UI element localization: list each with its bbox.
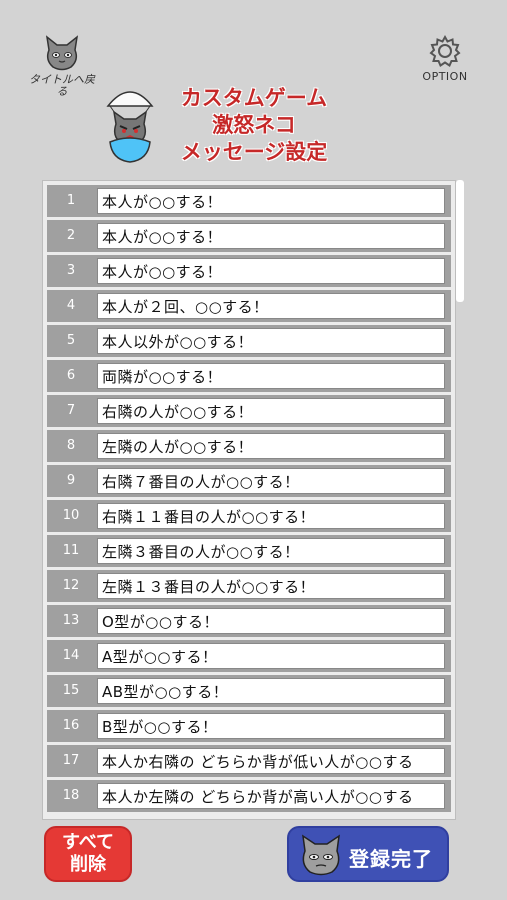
title-line-angry-cat: 激怒ネコ	[212, 112, 296, 137]
cat-icon	[45, 35, 79, 71]
message-list[interactable]: 1 2 3 4 5 6 7 8 9 10 11 12	[42, 180, 456, 820]
row-number: 15	[62, 683, 80, 698]
delete-all-button[interactable]: すべて 削除	[44, 826, 132, 882]
message-input[interactable]	[97, 608, 445, 634]
row-number: 10	[62, 508, 80, 523]
message-row: 13	[47, 605, 451, 637]
row-number: 18	[62, 788, 80, 803]
message-row: 2	[47, 220, 451, 252]
row-number: 9	[66, 473, 76, 488]
message-input[interactable]	[97, 713, 445, 739]
message-input[interactable]	[97, 468, 445, 494]
row-number: 12	[62, 578, 80, 593]
row-number: 6	[66, 368, 76, 383]
message-row: 3	[47, 255, 451, 287]
row-number: 11	[62, 543, 80, 558]
back-to-title-label: タイトルへ戻る	[29, 73, 95, 98]
back-to-title-button[interactable]: タイトルへ戻る	[26, 34, 98, 100]
message-input[interactable]	[97, 223, 445, 249]
message-row: 10	[47, 500, 451, 532]
message-input[interactable]	[97, 643, 445, 669]
option-label: OPTION	[422, 70, 468, 83]
register-complete-label: 登録完了	[349, 847, 433, 871]
message-row: 8	[47, 430, 451, 462]
gear-icon	[429, 34, 461, 67]
row-number: 8	[66, 438, 76, 453]
row-number: 4	[66, 298, 76, 313]
message-input[interactable]	[97, 538, 445, 564]
row-number: 14	[62, 648, 80, 663]
list-scrollbar[interactable]	[456, 180, 464, 302]
header: タイトルへ戻る OPTION カスタムゲーム 激怒ネコ メッセージ設定	[0, 0, 507, 180]
message-input[interactable]	[97, 678, 445, 704]
message-row: 18	[47, 780, 451, 812]
message-input[interactable]	[97, 363, 445, 389]
message-row: 9	[47, 465, 451, 497]
message-row: 14	[47, 640, 451, 672]
delete-all-label-line2: 削除	[70, 854, 106, 875]
angry-cat-mascot-icon	[106, 91, 154, 163]
row-number: 3	[66, 263, 76, 278]
message-row: 4	[47, 290, 451, 322]
row-number: 16	[62, 718, 80, 733]
message-input[interactable]	[97, 573, 445, 599]
title-line-message-settings: メッセージ設定	[180, 139, 328, 164]
message-row: 5	[47, 325, 451, 357]
message-input[interactable]	[97, 188, 445, 214]
message-row: 17	[47, 745, 451, 777]
message-input[interactable]	[97, 398, 445, 424]
row-number: 13	[62, 613, 80, 628]
message-input[interactable]	[97, 503, 445, 529]
message-input[interactable]	[97, 433, 445, 459]
message-input[interactable]	[97, 748, 445, 774]
message-row: 6	[47, 360, 451, 392]
message-row: 15	[47, 675, 451, 707]
message-input[interactable]	[97, 293, 445, 319]
screen-title: カスタムゲーム 激怒ネコ メッセージ設定	[160, 84, 348, 165]
register-complete-button[interactable]: 登録完了	[287, 826, 449, 882]
cat-face-icon	[302, 834, 340, 876]
row-number: 17	[62, 753, 80, 768]
row-number: 2	[66, 228, 76, 243]
delete-all-label-line1: すべて	[61, 832, 115, 853]
row-number: 1	[66, 193, 76, 208]
message-row: 12	[47, 570, 451, 602]
message-row: 1	[47, 185, 451, 217]
row-number: 5	[66, 333, 76, 348]
message-input[interactable]	[97, 783, 445, 809]
message-row: 11	[47, 535, 451, 567]
row-number: 7	[66, 403, 76, 418]
message-input[interactable]	[97, 328, 445, 354]
option-button[interactable]: OPTION	[419, 34, 471, 83]
message-row: 7	[47, 395, 451, 427]
message-row: 16	[47, 710, 451, 742]
title-line-custom-game: カスタムゲーム	[180, 85, 328, 110]
message-input[interactable]	[97, 258, 445, 284]
